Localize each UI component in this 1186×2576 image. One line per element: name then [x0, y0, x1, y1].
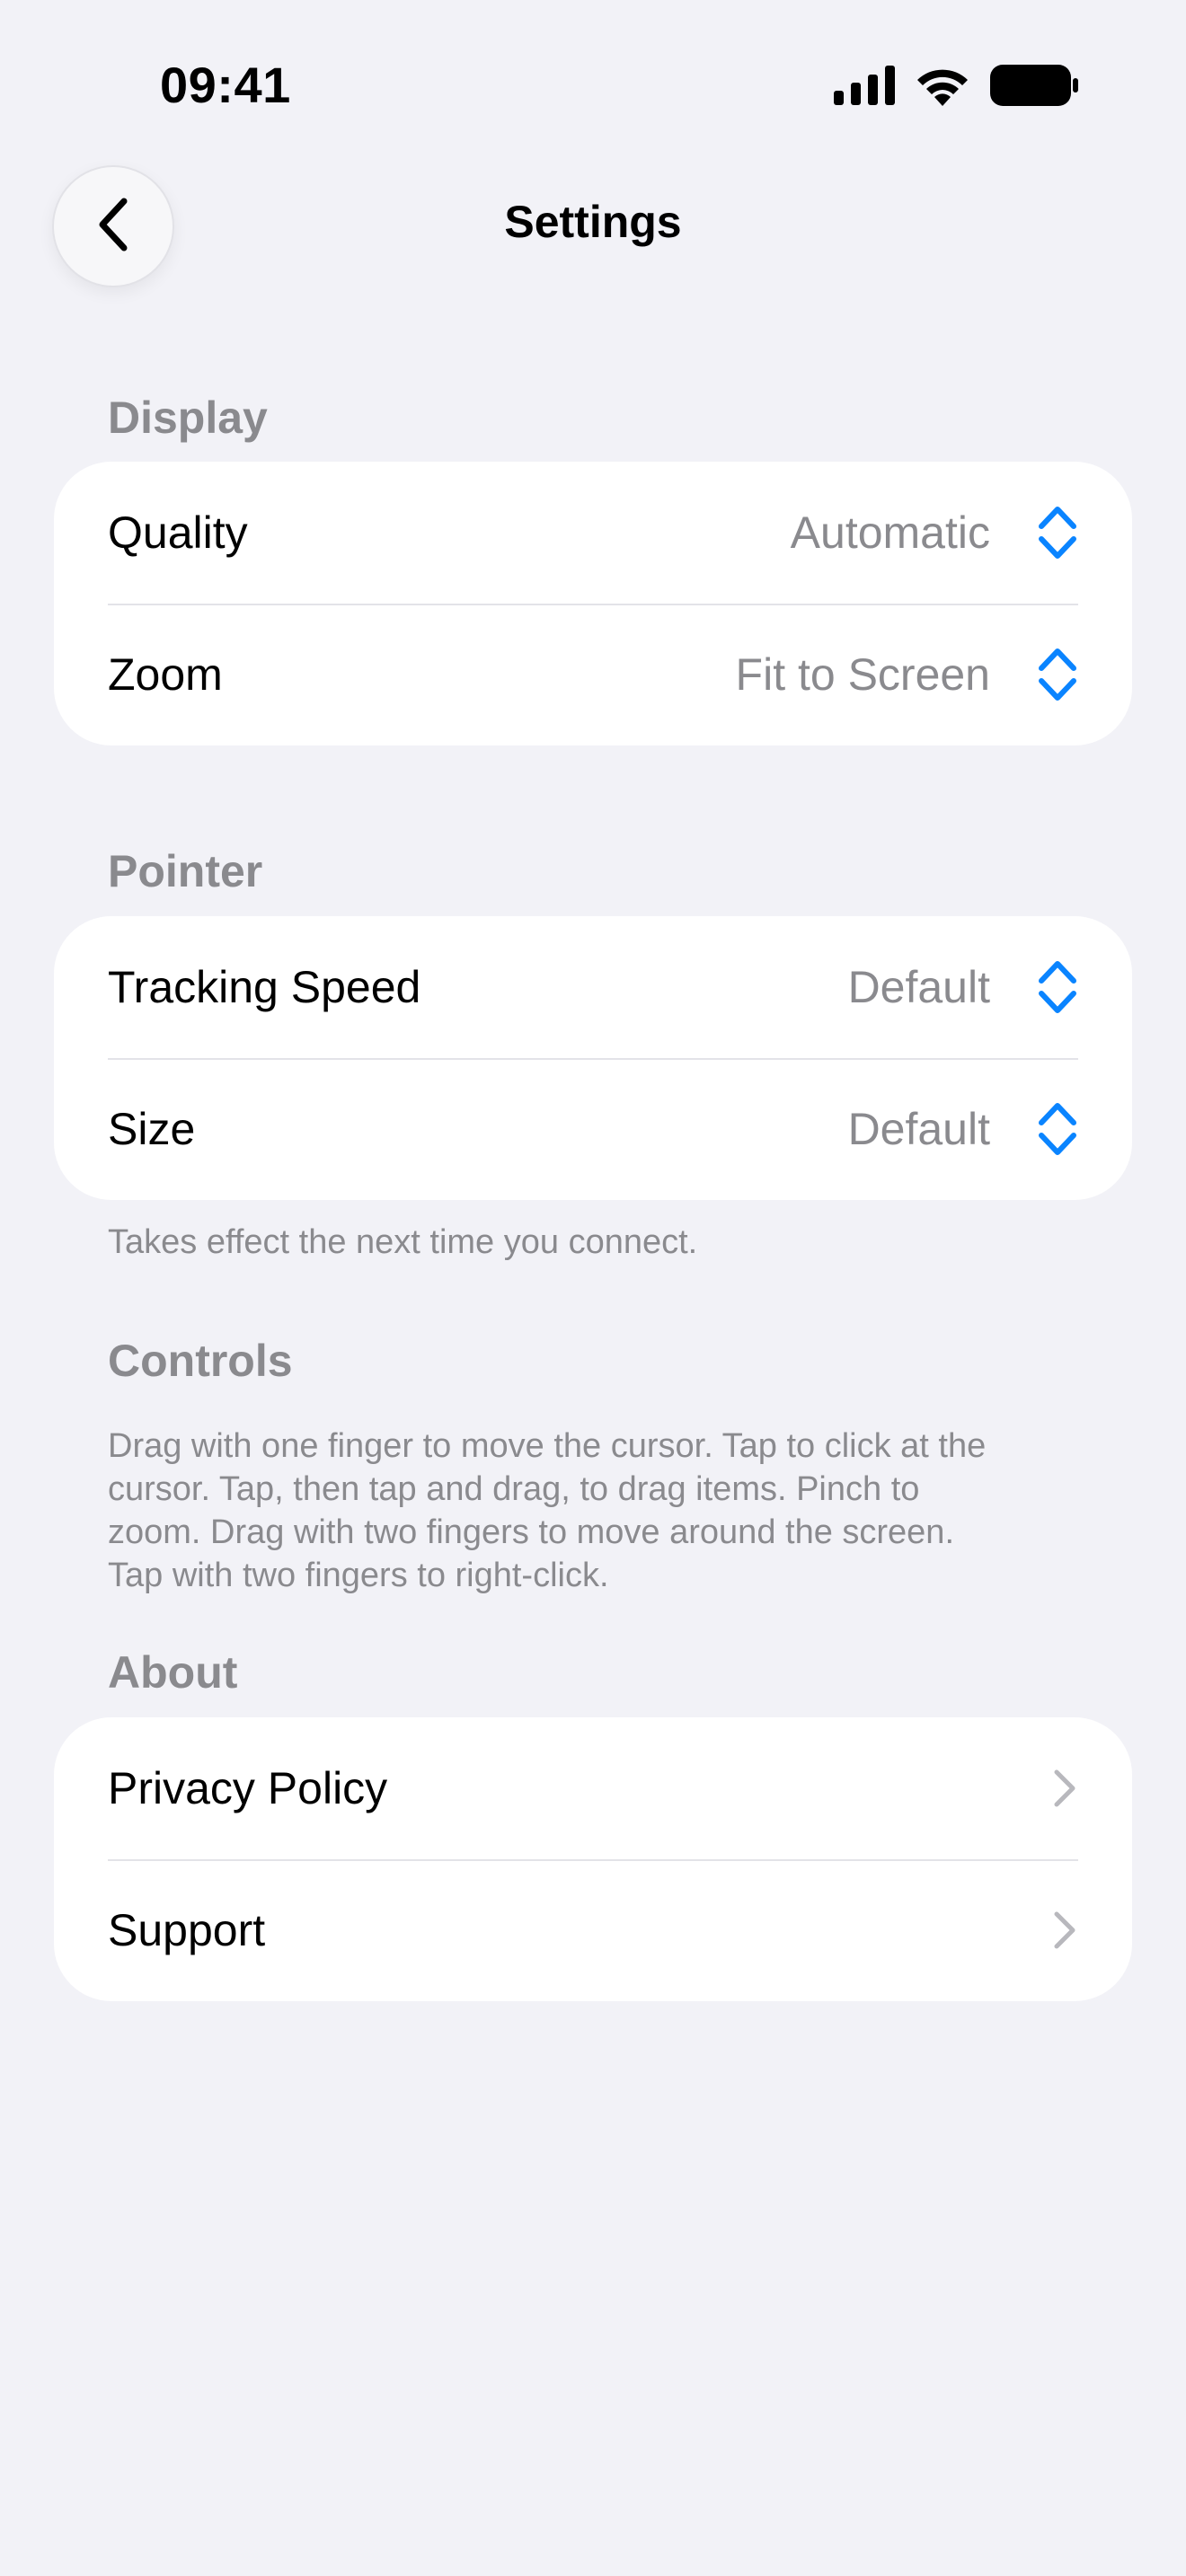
- section-header-about: About: [108, 1647, 238, 1698]
- row-label: Zoom: [108, 649, 223, 700]
- pointer-card: Tracking Speed Default Size Default: [54, 916, 1132, 1200]
- settings-screen: 09:41 Settings Display Quality Automatic…: [0, 0, 1186, 2576]
- row-label: Quality: [108, 507, 248, 558]
- zoom-row[interactable]: Zoom Fit to Screen: [54, 604, 1132, 745]
- up-down-chevron-icon[interactable]: [1037, 957, 1078, 1017]
- controls-description: Drag with one finger to move the cursor.…: [108, 1425, 1096, 1597]
- row-label: Tracking Speed: [108, 962, 421, 1012]
- up-down-chevron-icon[interactable]: [1037, 645, 1078, 704]
- battery-icon: [990, 65, 1078, 110]
- controls-description-line: zoom. Drag with two fingers to move arou…: [108, 1513, 955, 1551]
- controls-description-line: Drag with one finger to move the cursor.…: [108, 1427, 987, 1465]
- up-down-chevron-icon[interactable]: [1037, 1099, 1078, 1159]
- status-bar: 09:41: [0, 0, 1186, 171]
- row-value: Fit to Screen: [735, 649, 990, 700]
- cellular-signal-icon: [834, 66, 895, 110]
- section-header-display: Display: [108, 393, 268, 443]
- section-header-controls: Controls: [108, 1336, 293, 1386]
- row-label: Support: [108, 1905, 266, 1955]
- row-value: Default: [847, 1104, 990, 1154]
- row-value: Default: [847, 962, 990, 1012]
- pointer-footnote: Takes effect the next time you connect.: [108, 1223, 698, 1261]
- chevron-right-icon: [1051, 1766, 1078, 1811]
- chevron-right-icon: [1051, 1908, 1078, 1953]
- wifi-icon: [915, 65, 970, 110]
- support-row[interactable]: Support: [54, 1859, 1132, 2001]
- about-card: Privacy Policy Support: [54, 1717, 1132, 2001]
- display-card: Quality Automatic Zoom Fit to Screen: [54, 462, 1132, 745]
- quality-row[interactable]: Quality Automatic: [54, 462, 1132, 604]
- row-label: Privacy Policy: [108, 1763, 388, 1813]
- tracking-speed-row[interactable]: Tracking Speed Default: [54, 916, 1132, 1058]
- section-header-pointer: Pointer: [108, 846, 263, 896]
- controls-description-line: Tap with two fingers to right-click.: [108, 1557, 609, 1594]
- row-value: Automatic: [790, 507, 990, 558]
- status-icons: [834, 65, 1078, 110]
- status-time: 09:41: [160, 57, 291, 113]
- page-title: Settings: [504, 197, 682, 247]
- controls-description-line: cursor. Tap, then tap and drag, to drag …: [108, 1470, 920, 1508]
- row-label: Size: [108, 1104, 196, 1154]
- up-down-chevron-icon[interactable]: [1037, 503, 1078, 562]
- pointer-size-row[interactable]: Size Default: [54, 1058, 1132, 1200]
- privacy-policy-row[interactable]: Privacy Policy: [54, 1717, 1132, 1859]
